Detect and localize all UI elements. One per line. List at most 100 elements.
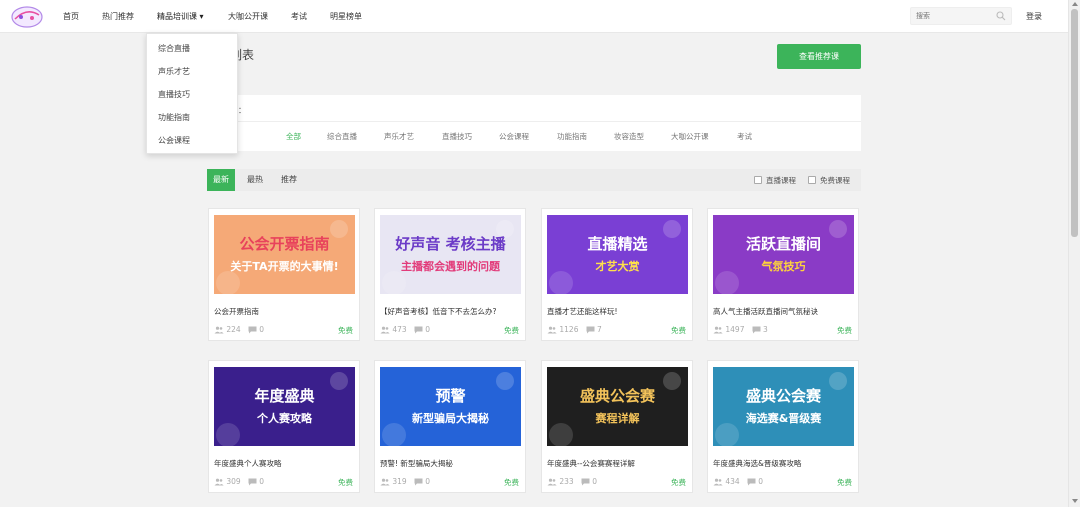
course-price-badge: 免费 [837,478,852,487]
course-title[interactable]: 【好声音考核】低音下不去怎么办? [380,306,522,317]
free-course-checkbox[interactable] [808,176,816,184]
scroll-thumb[interactable] [1071,9,1078,237]
tab-hottest[interactable]: 最热 [247,169,263,191]
decorative-circle [715,271,739,294]
search-input[interactable] [911,8,995,24]
thumbnail-subheadline: 主播都会遇到的问题 [401,259,501,273]
course-card[interactable]: 年度盛典 个人赛攻略 年度盛典个人赛攻略 309 0 免费 [208,360,360,493]
course-thumbnail[interactable]: 好声音 考核主播主播都会遇到的问题 [380,215,521,294]
course-price-badge: 免费 [338,326,353,335]
nav-premium-training-label: 精品培训课 [157,12,197,21]
course-title[interactable]: 年度盛典--公会赛赛程详解 [547,458,689,469]
course-comments: 0 [592,477,598,486]
course-title[interactable]: 年度盛典个人赛攻略 [214,458,356,469]
scroll-down-arrow-icon[interactable] [1072,499,1078,503]
course-title[interactable]: 直播才艺还能这样玩! [547,306,689,317]
course-thumbnail[interactable]: 直播精选才艺大赏 [547,215,688,294]
thumbnail-headline: 公会开票指南 [239,235,329,253]
category-open-course[interactable]: 大咖公开课 [671,131,709,142]
thumbnail-subheadline: 海选赛&晋级赛 [746,411,823,425]
thumbnail-headline: 好声音 考核主播 [394,235,506,253]
course-price-badge: 免费 [837,326,852,335]
dropdown-item-general-live[interactable]: 综合直播 [158,43,190,54]
course-card[interactable]: 公会开票指南 关于TA开票的大事情! 公会开票指南 224 0 免费 [208,208,360,341]
course-comments: 0 [259,325,265,334]
dropdown-item-live-skills[interactable]: 直播技巧 [158,89,190,100]
course-meta: 1126 7 [547,325,602,334]
comment-icon [747,478,756,486]
comment-icon [581,478,590,486]
thumbnail-headline: 预警 [435,387,465,405]
course-price-badge: 免费 [504,478,519,487]
tab-recommended[interactable]: 推荐 [281,169,297,191]
course-views: 309 [226,477,241,486]
course-thumbnail[interactable]: 年度盛典个人赛攻略 [214,367,355,446]
course-title[interactable]: 预警! 新型骗局大揭秘 [380,458,522,469]
nav-premium-training[interactable]: 精品培训课 ▾ [157,11,204,22]
category-panel: 类： 全部 综合直播 声乐才艺 直播技巧 公会课程 功能指南 妆容造型 大咖公开… [207,95,861,151]
course-thumbnail[interactable]: 活跃直播间气氛技巧 [713,215,854,294]
course-thumbnail[interactable]: 盛典公会赛赛程详解 [547,367,688,446]
course-comments: 0 [425,477,431,486]
course-card[interactable]: 活跃直播间 气氛技巧 高人气主播活跃直播间气氛秘诀 1497 3 免费 [707,208,859,341]
category-makeup-style[interactable]: 妆容造型 [614,131,644,142]
category-exam[interactable]: 考试 [737,131,752,142]
course-thumbnail[interactable]: 公会开票指南关于TA开票的大事情! [214,215,355,294]
course-title[interactable]: 年度盛典海选&晋级赛攻略 [713,458,855,469]
course-thumbnail[interactable]: 预警新型骗局大揭秘 [380,367,521,446]
comment-icon [414,326,423,334]
decorative-circle [496,372,514,390]
free-course-label[interactable]: 免费课程 [820,175,850,186]
comment-icon [586,326,595,334]
course-card[interactable]: 预警 新型骗局大揭秘 预警! 新型骗局大揭秘 319 0 免费 [374,360,526,493]
course-meta: 434 0 [713,477,763,486]
course-meta: 233 0 [547,477,597,486]
decorative-circle [216,423,240,446]
course-comments: 7 [597,325,602,334]
category-general-live[interactable]: 综合直播 [327,131,357,142]
dropdown-item-guild-course[interactable]: 公会课程 [158,135,190,146]
people-icon [547,478,557,486]
decorative-circle [663,220,681,238]
nav-hot-recommend[interactable]: 热门推荐 [102,11,134,22]
tab-newest[interactable]: 最新 [207,169,235,191]
course-comments: 0 [259,477,265,486]
live-course-checkbox[interactable] [754,176,762,184]
dropdown-item-feature-guide[interactable]: 功能指南 [158,112,190,123]
category-all[interactable]: 全部 [286,131,301,142]
thumbnail-headline: 直播精选 [587,235,647,253]
live-course-label[interactable]: 直播课程 [766,175,796,186]
scroll-up-arrow-icon[interactable] [1072,2,1078,6]
course-title[interactable]: 高人气主播活跃直播间气氛秘诀 [713,306,855,317]
course-card[interactable]: 盛典公会赛 赛程详解 年度盛典--公会赛赛程详解 233 0 免费 [541,360,693,493]
course-title[interactable]: 公会开票指南 [214,306,356,317]
course-card[interactable]: 盛典公会赛海选赛&晋级赛年度盛典海选&晋级赛攻略 434 0 免费 [707,360,859,493]
page-scrollbar[interactable] [1068,0,1080,507]
decorative-circle [382,271,406,294]
nav-exam[interactable]: 考试 [291,11,307,22]
category-live-skills[interactable]: 直播技巧 [442,131,472,142]
decorative-circle [549,271,573,294]
search-icon[interactable] [996,11,1006,21]
nav-home[interactable]: 首页 [63,11,79,22]
site-logo[interactable] [10,5,44,29]
course-card[interactable]: 好声音 考核主播 主播都会遇到的问题 【好声音考核】低音下不去怎么办? 473 0 免… [374,208,526,341]
decorative-circle [549,423,573,446]
course-thumbnail[interactable]: 盛典公会赛海选赛&晋级赛 [713,367,854,446]
thumbnail-subheadline: 气氛技巧 [761,259,806,273]
thumbnail-subheadline: 赛程详解 [595,411,640,425]
login-link[interactable]: 登录 [1026,11,1042,22]
course-comments: 0 [758,477,764,486]
dropdown-item-vocal-talent[interactable]: 声乐才艺 [158,66,190,77]
nav-star-ranking[interactable]: 明星榜单 [330,11,362,22]
nav-open-course[interactable]: 大咖公开课 [228,11,268,22]
course-card[interactable]: 直播精选 才艺大赏 直播才艺还能这样玩! 1126 7 免费 [541,208,693,341]
thumbnail-subheadline: 关于TA开票的大事情! [230,259,338,273]
category-guild-course[interactable]: 公会课程 [499,131,529,142]
decorative-circle [829,220,847,238]
thumbnail-headline: 年度盛典 [254,387,314,405]
view-recommended-button[interactable]: 查看推荐课 [777,44,861,69]
category-feature-guide[interactable]: 功能指南 [557,131,587,142]
thumbnail-headline: 盛典公会赛 [746,387,822,405]
category-vocal-talent[interactable]: 声乐才艺 [384,131,414,142]
